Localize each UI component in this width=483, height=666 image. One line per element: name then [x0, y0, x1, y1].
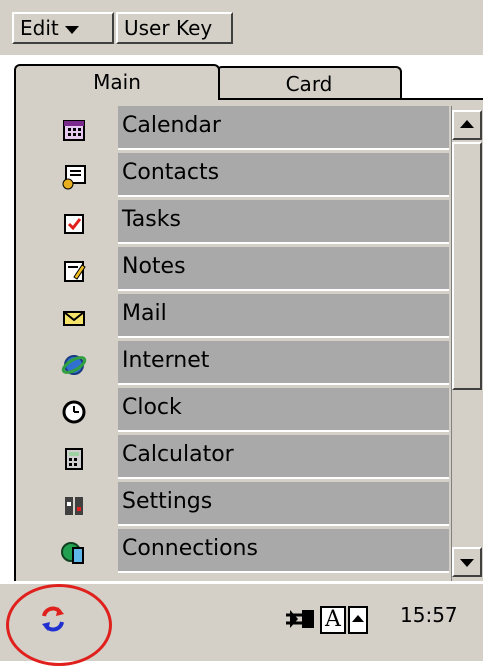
arrow-down-icon: [460, 559, 474, 567]
tab-main-label: Main: [93, 70, 141, 94]
contacts-icon[interactable]: [60, 163, 88, 191]
mail-icon[interactable]: [60, 304, 88, 332]
arrow-up-icon: [352, 615, 364, 622]
app-list: Calendar Contacts Tasks Notes Mail Inter…: [118, 106, 449, 585]
list-item-label: Settings: [122, 489, 213, 514]
power-plug-icon[interactable]: [284, 606, 318, 636]
sync-icon[interactable]: [38, 604, 68, 638]
clock-time[interactable]: 15:57: [400, 603, 458, 627]
list-item[interactable]: Calendar: [118, 106, 449, 150]
list-item[interactable]: Clock: [118, 388, 449, 432]
list-item[interactable]: Mail: [118, 294, 449, 338]
list-item[interactable]: Settings: [118, 482, 449, 526]
list-item-label: Calendar: [122, 113, 221, 138]
menu-bar: Edit User Key: [0, 0, 483, 55]
input-selector-button[interactable]: [348, 606, 368, 634]
scroll-up-button[interactable]: [452, 110, 482, 140]
list-item[interactable]: Notes: [118, 247, 449, 291]
chevron-down-icon: [64, 25, 79, 34]
connections-icon[interactable]: [60, 539, 88, 567]
user-key-label: User Key: [124, 16, 213, 40]
vertical-scrollbar[interactable]: [451, 106, 482, 581]
edit-menu-label: Edit: [20, 16, 59, 40]
clock-icon[interactable]: [60, 398, 88, 426]
internet-icon[interactable]: [60, 351, 88, 379]
scrollbar-thumb[interactable]: [452, 142, 482, 390]
user-key-button[interactable]: User Key: [116, 12, 233, 44]
list-item-label: Contacts: [122, 160, 220, 185]
list-item-label: Calculator: [122, 442, 234, 467]
notes-icon[interactable]: [60, 257, 88, 285]
list-item[interactable]: Internet: [118, 341, 449, 385]
list-item[interactable]: Tasks: [118, 200, 449, 244]
tasks-icon[interactable]: [60, 210, 88, 238]
arrow-up-icon: [460, 120, 474, 128]
list-item[interactable]: Connections: [118, 529, 449, 573]
list-item-label: Internet: [122, 348, 210, 373]
settings-icon[interactable]: [60, 492, 88, 520]
list-item-label: Clock: [122, 395, 182, 420]
input-method-button[interactable]: A: [320, 606, 346, 634]
tab-card-label: Card: [285, 72, 333, 96]
list-item[interactable]: Contacts: [118, 153, 449, 197]
list-item-label: Connections: [122, 536, 258, 561]
list-item[interactable]: Calculator: [118, 435, 449, 479]
calculator-icon[interactable]: [60, 445, 88, 473]
edit-menu-button[interactable]: Edit: [12, 12, 114, 44]
input-method-label: A: [325, 607, 341, 632]
tab-main[interactable]: Main: [14, 64, 220, 100]
scroll-down-button[interactable]: [452, 547, 482, 577]
list-item-label: Tasks: [122, 207, 181, 232]
tab-card[interactable]: Card: [216, 66, 402, 98]
taskbar: A 15:57: [0, 582, 483, 661]
list-item-label: Mail: [122, 301, 167, 326]
app-icons-column: [60, 106, 100, 585]
calendar-icon[interactable]: [60, 116, 88, 144]
list-item-label: Notes: [122, 254, 186, 279]
